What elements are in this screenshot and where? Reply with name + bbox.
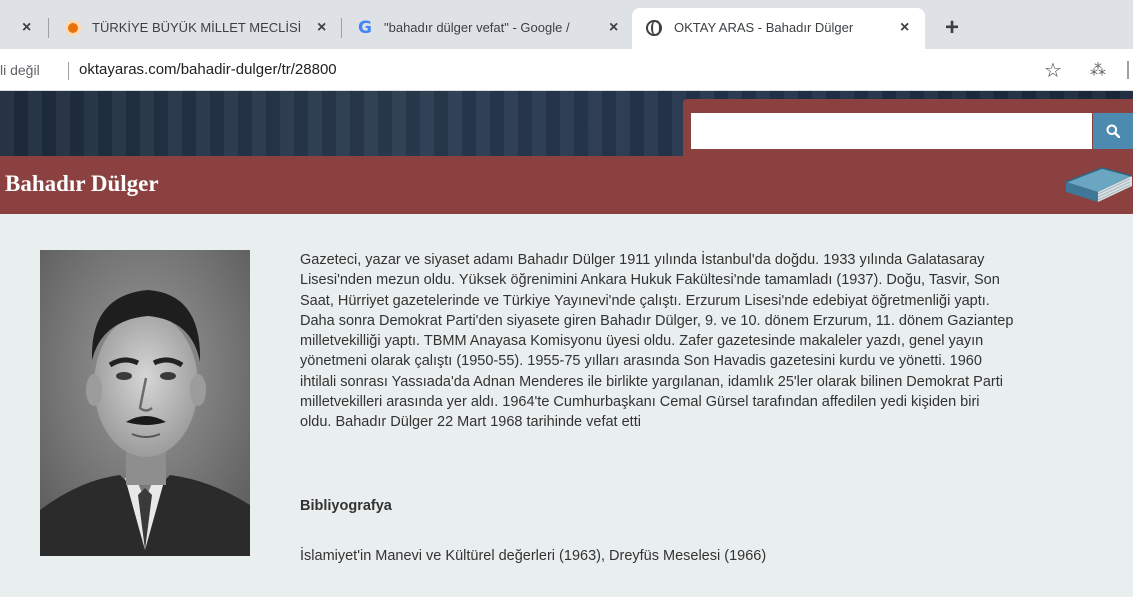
tab-title: "bahadır dülger vefat" - Google / [384,20,570,35]
search-button[interactable] [1093,113,1133,149]
tab-google-search[interactable]: G "bahadır dülger vefat" - Google / × [342,8,632,49]
search-input[interactable] [691,113,1092,149]
tab-partial[interactable]: × [0,8,50,49]
address-bar[interactable]: li değil oktayaras.com/bahadir-dulger/tr… [0,49,1133,91]
url-text[interactable]: oktayaras.com/bahadir-dulger/tr/28800 [79,61,337,78]
portrait-photo [40,250,250,556]
search-icon [1106,124,1120,138]
title-bar [0,156,1133,214]
tab-oktay-aras[interactable]: OKTAY ARAS - Bahadır Dülger × [632,8,925,49]
close-tab-icon[interactable]: × [317,19,326,37]
portrait-image [40,250,250,556]
page-title: Bahadır Dülger [5,171,159,196]
tbmm-logo-icon [65,20,81,36]
google-g-icon: G [358,18,372,38]
bibliography-text: İslamiyet'in Manevi ve Kültürel değerler… [300,548,767,564]
bookmark-star-icon[interactable]: ☆ [1044,58,1062,83]
browser-tab-strip: × TÜRKİYE BÜYÜK MİLLET MECLİSİ × G "baha… [0,0,1133,49]
tab-title: TÜRKİYE BÜYÜK MİLLET MECLİSİ [92,20,302,35]
tab-title: OKTAY ARAS - Bahadır Dülger [674,20,854,35]
close-tab-icon[interactable]: × [22,19,31,37]
close-tab-icon[interactable]: × [609,19,618,37]
biography-text: Gazeteci, yazar ve siyaset adamı Bahadır… [300,252,1014,431]
new-tab-button[interactable]: + [945,14,959,42]
globe-icon [646,20,662,36]
tab-tbmm[interactable]: TÜRKİYE BÜYÜK MİLLET MECLİSİ × [49,8,341,49]
toolbar-edge [1127,61,1129,79]
close-tab-icon[interactable]: × [900,19,909,37]
dropbox-extension-icon[interactable]: ⁂ [1090,60,1106,80]
security-indicator[interactable]: li değil [0,62,40,78]
bibliography-heading: Bibliyografya [300,498,392,514]
book-icon [1065,167,1133,202]
address-divider [68,62,69,80]
